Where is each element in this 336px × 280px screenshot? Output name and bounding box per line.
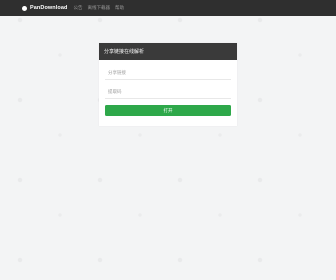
top-navbar: PanDownload 公告 离线下载器 帮助 xyxy=(0,0,336,16)
parse-panel: 分享链接在线解析 分享链接 提取码 打开 xyxy=(99,43,237,126)
nav-links: 公告 离线下载器 帮助 xyxy=(73,5,129,11)
open-button[interactable]: 打开 xyxy=(105,105,231,116)
extract-code-input[interactable]: 提取码 xyxy=(105,85,231,99)
panel-title: 分享链接在线解析 xyxy=(99,43,237,60)
brand-name: PanDownload xyxy=(30,5,68,11)
share-link-input[interactable]: 分享链接 xyxy=(105,66,231,80)
brand-link[interactable]: PanDownload xyxy=(22,5,67,11)
nav-link-announcement[interactable]: 公告 xyxy=(73,5,82,11)
logo-icon xyxy=(22,5,27,11)
nav-link-downloader[interactable]: 离线下载器 xyxy=(87,5,110,11)
nav-link-help[interactable]: 帮助 xyxy=(115,5,124,11)
